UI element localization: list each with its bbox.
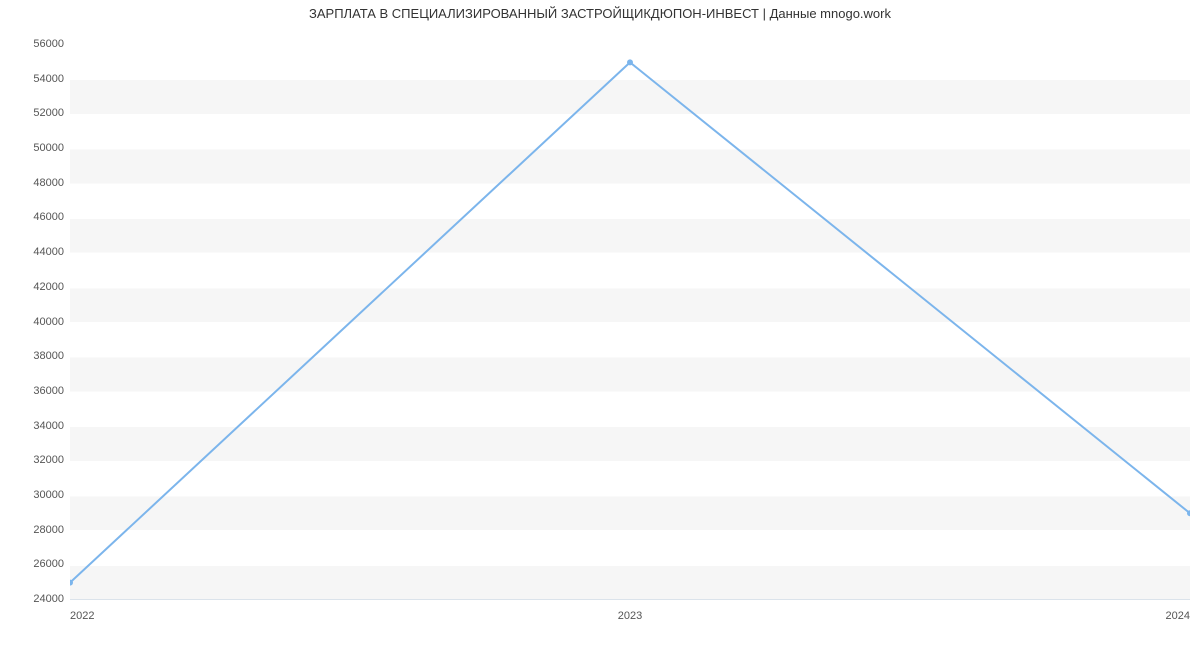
y-tick-label: 26000 xyxy=(4,558,64,570)
chart-title: ЗАРПЛАТА В СПЕЦИАЛИЗИРОВАННЫЙ ЗАСТРОЙЩИК… xyxy=(0,6,1200,21)
grid-band xyxy=(70,461,1190,496)
grid-band xyxy=(70,531,1190,566)
grid-band xyxy=(70,323,1190,358)
y-tick-label: 48000 xyxy=(4,177,64,189)
y-tick-label: 30000 xyxy=(4,489,64,501)
y-tick-label: 32000 xyxy=(4,454,64,466)
grid-band xyxy=(70,114,1190,149)
x-tick-label: 2022 xyxy=(70,610,130,622)
y-tick-label: 52000 xyxy=(4,107,64,119)
y-tick-label: 28000 xyxy=(4,524,64,536)
x-tick-label: 2023 xyxy=(600,610,660,622)
y-tick-label: 42000 xyxy=(4,281,64,293)
y-tick-label: 46000 xyxy=(4,211,64,223)
grid-band xyxy=(70,184,1190,219)
plot-area xyxy=(70,45,1190,600)
chart-container: ЗАРПЛАТА В СПЕЦИАЛИЗИРОВАННЫЙ ЗАСТРОЙЩИК… xyxy=(0,0,1200,650)
grid-band xyxy=(70,288,1190,323)
y-tick-label: 36000 xyxy=(4,385,64,397)
grid-band xyxy=(70,80,1190,115)
y-tick-label: 56000 xyxy=(4,38,64,50)
data-point xyxy=(627,59,633,65)
y-tick-label: 40000 xyxy=(4,316,64,328)
y-tick-label: 50000 xyxy=(4,142,64,154)
grid-band xyxy=(70,565,1190,600)
y-tick-label: 38000 xyxy=(4,350,64,362)
grid-band xyxy=(70,253,1190,288)
y-tick-label: 34000 xyxy=(4,420,64,432)
grid-band xyxy=(70,392,1190,427)
grid-band xyxy=(70,149,1190,184)
grid-band xyxy=(70,218,1190,253)
grid-band xyxy=(70,427,1190,462)
x-tick-label: 2024 xyxy=(1130,610,1190,622)
grid-band xyxy=(70,496,1190,531)
grid-band xyxy=(70,357,1190,392)
chart-svg xyxy=(70,45,1190,600)
y-tick-label: 54000 xyxy=(4,73,64,85)
y-tick-label: 44000 xyxy=(4,246,64,258)
y-tick-label: 24000 xyxy=(4,593,64,605)
